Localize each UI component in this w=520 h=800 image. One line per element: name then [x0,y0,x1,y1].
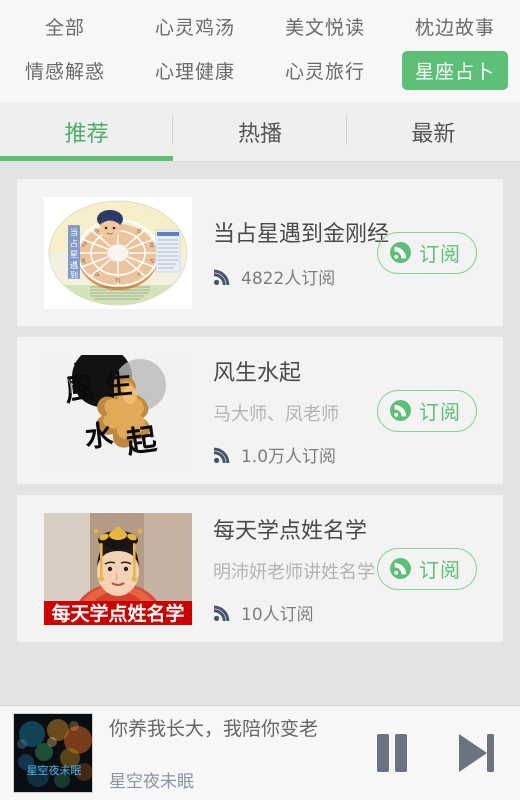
svg-text:♏: ♏ [81,258,87,265]
category-item-essay-reading[interactable]: 美文悦读 [260,4,390,48]
tab-active-underline [0,156,174,161]
pause-icon[interactable] [372,731,412,775]
album-cover-thumbnail: 每天学点姓名学 [44,512,192,625]
rss-circle-icon [390,558,411,579]
calligraphy-figure-cover-icon: 風 生 水 起 [44,354,192,467]
svg-text:星: 星 [70,250,78,259]
svg-text:水: 水 [83,418,115,454]
astrology-wheel-cover-icon: ♈♉♊ ♋♌♍ ♎♏♐ ♑ 当占星遇到 [44,196,192,309]
album-cover-thumbnail: ♈♉♊ ♋♌♍ ♎♏♐ ♑ 当占星遇到 [44,196,192,309]
svg-text:♌: ♌ [136,271,141,278]
category-item-bedtime-story[interactable]: 枕边故事 [390,4,520,48]
player-controls [372,731,498,775]
category-item-emotion[interactable]: 情感解惑 [0,48,130,92]
category-label: 枕边故事 [414,16,495,39]
album-list-item[interactable]: 每天学点姓名学 每天学点姓名学 明沛妍老师讲姓名学 10人订阅 订阅 [17,495,503,642]
svg-text:♑: ♑ [94,228,99,235]
player-album-name: 星空夜未眠 [109,772,194,792]
svg-text:♊: ♊ [149,242,154,249]
portrait-red-banner-cover-icon: 每天学点姓名学 [44,512,192,625]
subscriber-count-text: 1.0万人订阅 [241,446,337,467]
rss-icon [214,447,230,463]
category-item-mental-health[interactable]: 心理健康 [130,48,260,92]
category-row-1: 全部 心灵鸡汤 美文悦读 枕边故事 [0,4,520,48]
subscribe-label: 订阅 [419,400,461,424]
subscriber-count-text: 10人订阅 [241,604,314,625]
svg-text:遇: 遇 [70,261,78,270]
album-list: ♈♉♊ ♋♌♍ ♎♏♐ ♑ 当占星遇到 [0,162,520,642]
rss-circle-icon [390,242,411,263]
category-label: 全部 [44,16,85,39]
player-track-title: 你养我长大，我陪你变老 [109,718,319,740]
album-title: 风生水起 [213,360,302,386]
category-label: 星座占卜 [401,50,508,90]
svg-text:風: 風 [63,370,97,408]
mini-player-bar[interactable]: 星空夜未眠 你养我长大，我陪你变老 星空夜未眠 [0,705,520,800]
category-panel: 全部 心灵鸡汤 美文悦读 枕边故事 情感解惑 心理健康 心灵旅行 星座占卜 [0,0,520,102]
rss-icon [214,269,230,285]
svg-text:星空夜未眠: 星空夜未眠 [27,763,82,777]
svg-text:♉: ♉ [136,228,141,235]
rss-icon [214,605,230,621]
album-cover-thumbnail: 風 生 水 起 [44,354,192,467]
svg-text:每天学点姓名学: 每天学点姓名学 [51,602,184,625]
category-label: 情感解惑 [24,60,105,83]
tab-bar: 推荐 热播 最新 [0,102,520,162]
album-subscriber-count: 10人订阅 [213,600,491,625]
category-item-all[interactable]: 全部 [0,4,130,48]
tab-label: 推荐 [64,121,109,147]
subscribe-label: 订阅 [419,242,461,266]
category-row-2: 情感解惑 心理健康 心灵旅行 星座占卜 [0,48,520,92]
tab-hot[interactable]: 热播 [173,102,347,161]
category-item-chicken-soup[interactable]: 心灵鸡汤 [130,4,260,48]
player-track-info: 你养我长大，我陪你变老 星空夜未眠 [93,714,372,792]
next-track-icon[interactable] [454,731,498,775]
album-list-item[interactable]: 風 生 水 起 风生水起 马大师、凤老师 1.0万人订阅 订阅 [17,337,503,484]
category-label: 心灵旅行 [284,60,365,83]
svg-text:♍: ♍ [115,277,120,284]
category-item-astrology-selected[interactable]: 星座占卜 [390,48,520,92]
rss-circle-icon [390,400,411,421]
category-label: 美文悦读 [284,16,365,39]
svg-text:♋: ♋ [149,258,154,265]
svg-text:占: 占 [70,238,78,248]
svg-text:到: 到 [70,271,78,280]
subscribe-button[interactable]: 订阅 [377,389,477,432]
album-title: 每天学点姓名学 [213,518,368,544]
svg-text:♎: ♎ [94,271,99,278]
tab-latest[interactable]: 最新 [347,102,520,161]
tab-recommended[interactable]: 推荐 [0,102,174,161]
svg-text:生: 生 [104,368,134,401]
subscribe-label: 订阅 [419,558,461,582]
subscribe-button[interactable]: 订阅 [377,547,477,590]
svg-text:♐: ♐ [81,242,86,249]
category-item-soul-travel[interactable]: 心灵旅行 [260,48,390,92]
bokeh-night-cover-icon: 星空夜未眠 [14,714,92,792]
svg-text:起: 起 [124,421,160,460]
category-label: 心理健康 [154,60,235,83]
svg-text:当: 当 [70,227,78,237]
player-cover-thumbnail: 星空夜未眠 [13,713,93,793]
tab-label: 最新 [411,121,456,147]
album-list-item[interactable]: ♈♉♊ ♋♌♍ ♎♏♐ ♑ 当占星遇到 [17,179,503,326]
category-label: 心灵鸡汤 [154,16,235,39]
album-subscriber-count: 1.0万人订阅 [213,442,491,467]
subscribe-button[interactable]: 订阅 [377,231,477,274]
subscriber-count-text: 4822人订阅 [241,269,336,289]
tab-label: 热播 [237,121,282,147]
